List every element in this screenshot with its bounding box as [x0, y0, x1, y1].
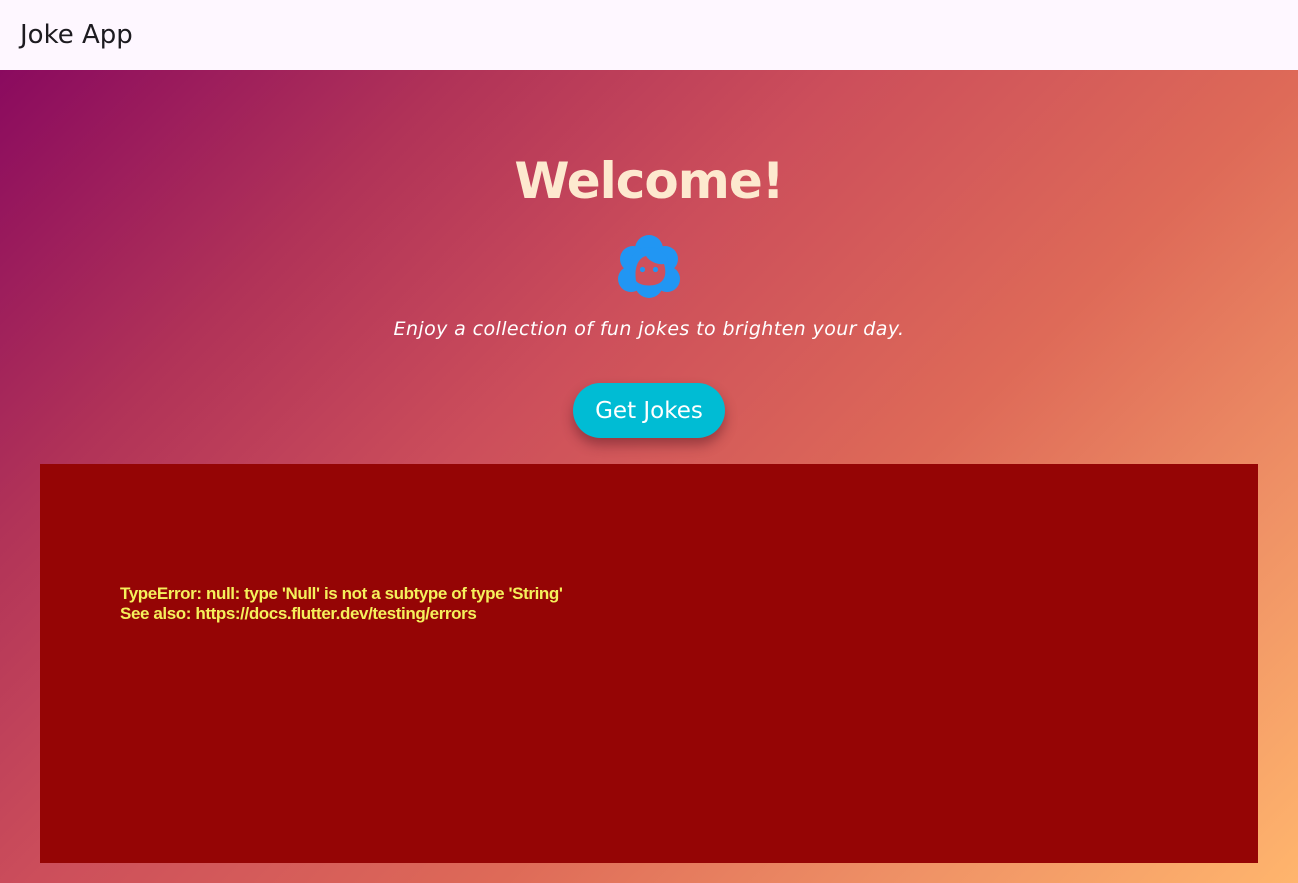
app-title: Joke App: [20, 20, 133, 50]
app-bar: Joke App: [0, 0, 1298, 70]
error-line-see-also: See also: https://docs.flutter.dev/testi…: [120, 604, 477, 623]
face-icon: [616, 234, 682, 300]
get-jokes-button[interactable]: Get Jokes: [573, 383, 725, 438]
error-message: TypeError: null: type 'Null' is not a su…: [120, 584, 563, 624]
tagline: Enjoy a collection of fun jokes to brigh…: [393, 318, 905, 340]
welcome-heading: Welcome!: [514, 152, 784, 210]
error-line-type: TypeError: null: type 'Null' is not a su…: [120, 584, 563, 603]
home-body: Welcome! Enjoy a collection of fun jokes…: [0, 70, 1298, 883]
error-panel: TypeError: null: type 'Null' is not a su…: [40, 464, 1258, 863]
